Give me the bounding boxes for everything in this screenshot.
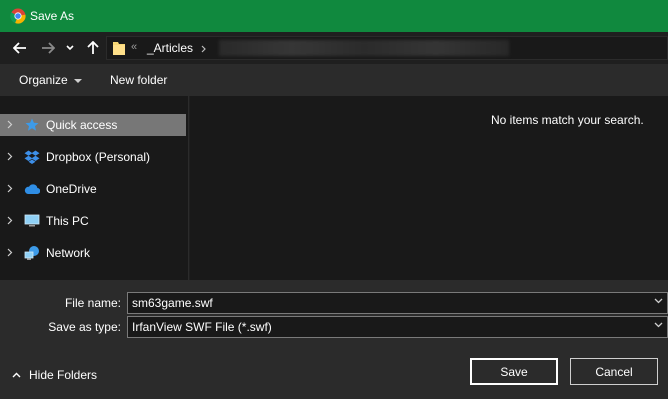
window-title: Save As xyxy=(30,9,75,23)
sidebar-item-this-pc[interactable]: This PC xyxy=(0,210,186,232)
command-bar: Organize New folder xyxy=(0,64,668,96)
cancel-button[interactable]: Cancel xyxy=(570,358,658,385)
sidebar-item-label: Network xyxy=(46,246,91,260)
title-bar: Save As xyxy=(0,0,668,32)
sidebar-item-dropbox[interactable]: Dropbox (Personal) xyxy=(0,146,186,168)
save-as-type-value: IrfanView SWF File (*.swf) xyxy=(132,320,272,334)
arrow-left-icon xyxy=(13,42,26,54)
hide-folders-button[interactable]: Hide Folders xyxy=(12,368,97,382)
chevron-down-icon[interactable] xyxy=(654,322,663,328)
file-list-pane[interactable]: No items match your search. xyxy=(190,96,668,280)
chevron-down-icon[interactable] xyxy=(654,298,663,304)
chevron-down-icon xyxy=(66,45,74,51)
organize-label: Organize xyxy=(19,73,68,87)
breadcrumb-chevron-icon[interactable] xyxy=(201,45,206,53)
navigation-pane: Quick access Dropbox (Personal) OneDrive… xyxy=(0,96,189,280)
sidebar-item-quick-access[interactable]: Quick access xyxy=(0,114,186,136)
hide-folders-label: Hide Folders xyxy=(29,368,98,382)
save-button[interactable]: Save xyxy=(470,358,558,385)
file-name-input[interactable]: sm63game.swf xyxy=(127,292,668,314)
chevron-right-icon[interactable] xyxy=(7,216,13,225)
network-icon xyxy=(24,246,39,260)
file-name-label: File name: xyxy=(64,296,121,310)
folder-icon xyxy=(113,42,125,55)
organize-button[interactable]: Organize xyxy=(19,73,82,87)
save-as-type-label: Save as type: xyxy=(48,320,121,334)
sidebar-item-label: Dropbox (Personal) xyxy=(46,150,151,164)
empty-search-message: No items match your search. xyxy=(491,113,644,127)
monitor-icon xyxy=(24,214,40,227)
chevron-right-icon[interactable] xyxy=(7,248,13,257)
sidebar-item-onedrive[interactable]: OneDrive xyxy=(0,178,186,200)
sidebar-item-label: Quick access xyxy=(46,118,118,132)
file-name-value: sm63game.swf xyxy=(132,296,213,310)
star-icon xyxy=(25,118,39,131)
breadcrumb-overflow[interactable]: « xyxy=(131,41,137,53)
sidebar-item-label: OneDrive xyxy=(46,182,97,196)
arrow-right-icon xyxy=(42,42,55,54)
arrow-up-icon xyxy=(87,41,99,54)
dropbox-icon xyxy=(24,150,40,164)
caret-down-icon xyxy=(73,78,82,83)
sidebar-item-label: This PC xyxy=(46,214,89,228)
new-folder-button[interactable]: New folder xyxy=(110,73,167,87)
chevron-right-icon[interactable] xyxy=(7,120,13,129)
chevron-up-icon xyxy=(12,372,21,378)
cloud-icon xyxy=(24,184,40,195)
forward-button[interactable] xyxy=(38,38,58,58)
up-button[interactable] xyxy=(83,38,103,58)
breadcrumb-articles[interactable]: _Articles xyxy=(147,41,193,55)
chevron-right-icon[interactable] xyxy=(7,184,13,193)
sidebar-item-network[interactable]: Network xyxy=(0,242,186,264)
chrome-icon xyxy=(10,8,26,24)
blurred-path-region xyxy=(219,40,509,56)
chevron-right-icon[interactable] xyxy=(7,152,13,161)
address-bar[interactable]: « _Articles xyxy=(106,36,668,60)
save-as-type-select[interactable]: IrfanView SWF File (*.swf) xyxy=(127,316,668,338)
recent-locations-button[interactable] xyxy=(63,38,77,58)
back-button[interactable] xyxy=(10,38,30,58)
